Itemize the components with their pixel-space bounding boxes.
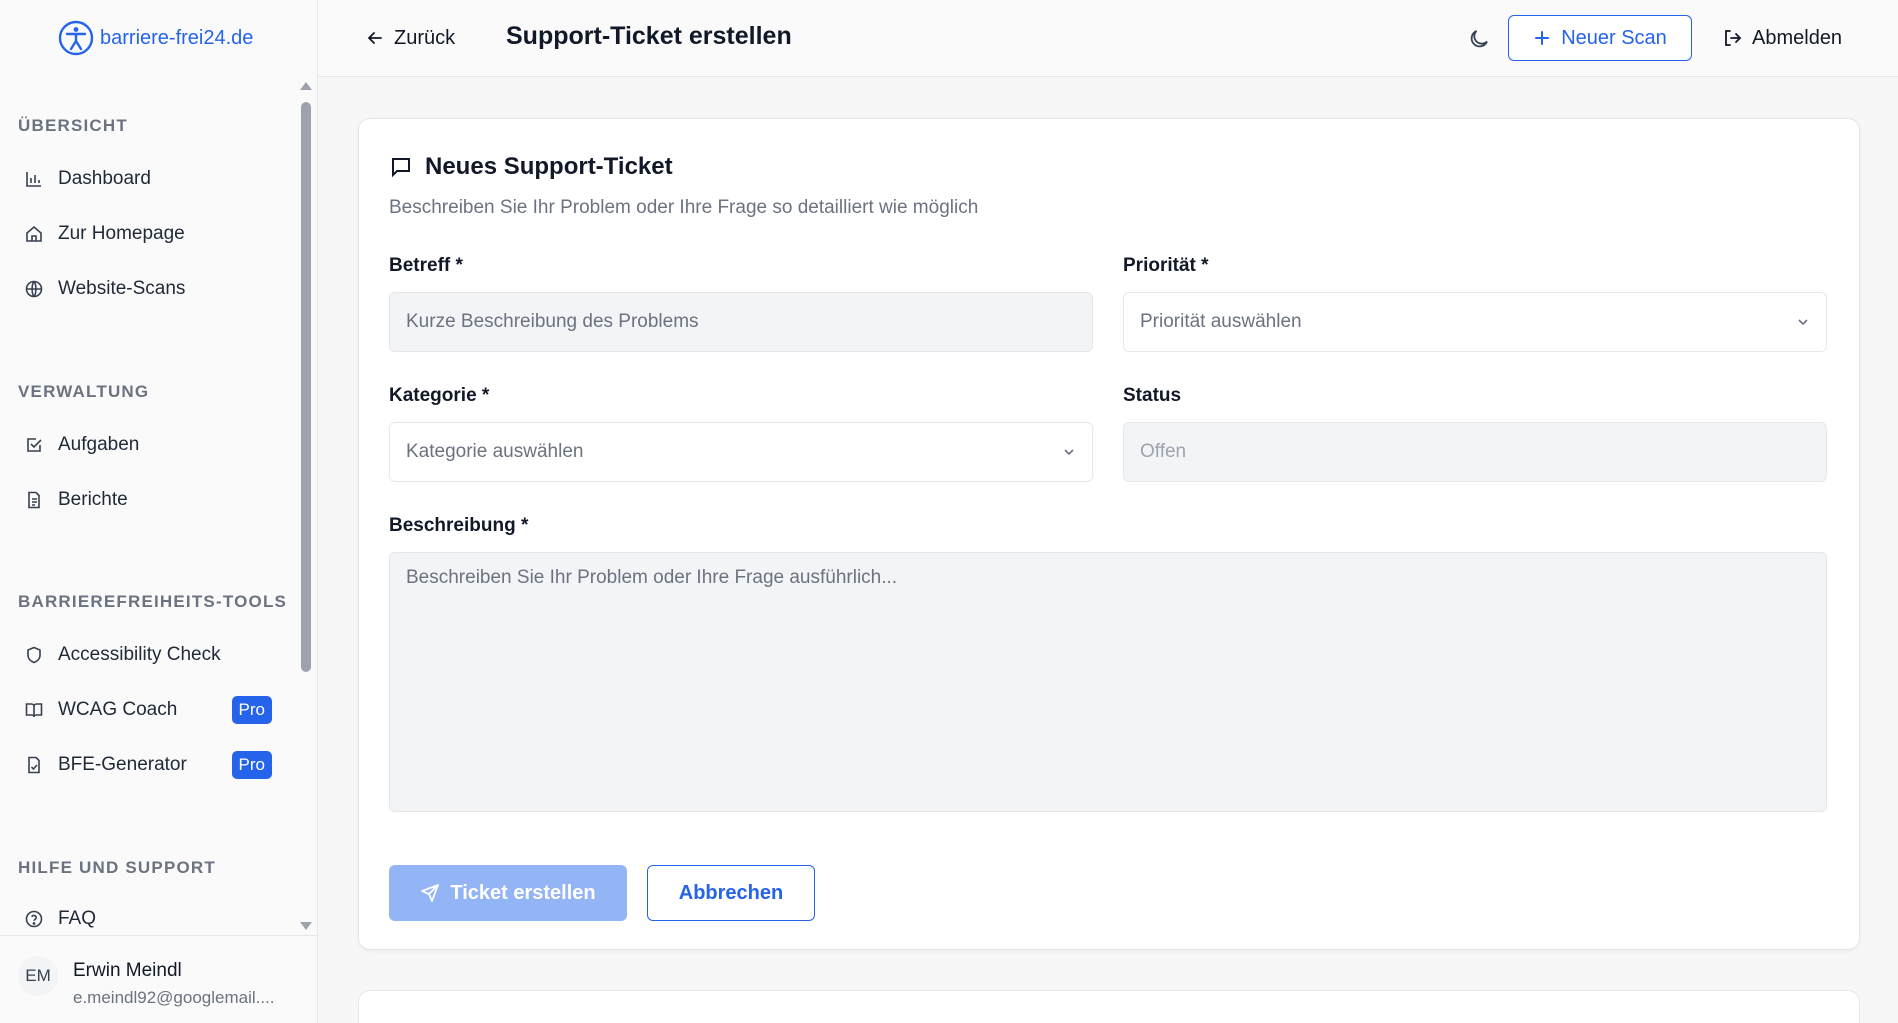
chevron-down-icon xyxy=(1064,449,1074,456)
sidebar-nav: ÜBERSICHT Dashboard Zur Homepage Website… xyxy=(0,90,300,930)
arrow-left-icon xyxy=(367,32,382,44)
priority-select[interactable]: Priorität auswählen xyxy=(1123,292,1827,352)
status-label: Status xyxy=(1123,385,1182,406)
accessibility-icon xyxy=(58,20,94,56)
section-title-verwaltung: VERWALTUNG xyxy=(18,382,150,401)
status-field: Offen xyxy=(1123,422,1827,482)
priority-label: Priorität * xyxy=(1123,255,1209,276)
chevron-down-icon xyxy=(1798,319,1808,326)
section-title-hilfe: HILFE UND SUPPORT xyxy=(18,858,216,877)
checkbox-icon xyxy=(27,438,42,452)
user-profile[interactable]: EM Erwin Meindl e.meindl92@googlemail...… xyxy=(0,935,318,1023)
sidebar-item-wcag-coach[interactable]: WCAG Coach Pro xyxy=(18,688,288,732)
page-title: Support-Ticket erstellen xyxy=(506,22,792,50)
user-email: e.meindl92@googlemail.... xyxy=(73,988,275,1007)
bar-chart-icon xyxy=(26,172,41,187)
sidebar-item-berichte[interactable]: Berichte xyxy=(18,478,288,522)
avatar: EM xyxy=(18,956,58,996)
description-label: Beschreibung * xyxy=(389,515,529,536)
home-icon xyxy=(26,225,42,242)
logout-label: Abmelden xyxy=(1752,26,1843,49)
sidebar-item-label: Dashboard xyxy=(58,168,151,189)
sidebar-item-website-scans[interactable]: Website-Scans xyxy=(18,267,288,311)
secondary-card xyxy=(358,990,1860,1023)
section-title-uebersicht: ÜBERSICHT xyxy=(18,116,128,135)
message-square-icon xyxy=(392,158,410,178)
form-title: Neues Support-Ticket xyxy=(425,153,673,180)
sidebar-item-label: Aufgaben xyxy=(58,434,140,455)
document-icon xyxy=(28,491,40,509)
priority-select-value: Priorität auswählen xyxy=(1140,311,1302,332)
sidebar-item-homepage[interactable]: Zur Homepage xyxy=(18,212,288,256)
scroll-up-icon[interactable] xyxy=(300,82,312,90)
subject-input[interactable]: Kurze Beschreibung des Problems xyxy=(389,292,1093,352)
top-header: Zurück Support-Ticket erstellen Neuer Sc… xyxy=(318,0,1898,77)
brand-name: barriere-frei24.de xyxy=(100,26,254,49)
sidebar-item-faq[interactable]: FAQ xyxy=(18,897,288,930)
category-label: Kategorie * xyxy=(389,385,490,406)
section-title-tools: BARRIEREFREIHEITS-TOOLS xyxy=(18,592,288,611)
theme-toggle-button[interactable] xyxy=(1462,22,1496,56)
sidebar: barriere-frei24.de ÜBERSICHT Dashboard Z… xyxy=(0,0,318,1023)
new-scan-button[interactable]: Neuer Scan xyxy=(1508,15,1692,61)
sidebar-item-label: Zur Homepage xyxy=(58,223,185,244)
logout-button[interactable]: Abmelden xyxy=(1722,20,1842,56)
sidebar-item-label: FAQ xyxy=(58,908,97,929)
cancel-button[interactable]: Abbrechen xyxy=(647,865,815,921)
submit-ticket-button[interactable]: Ticket erstellen xyxy=(389,865,627,921)
shield-icon xyxy=(27,646,41,664)
globe-icon xyxy=(25,280,43,298)
category-select[interactable]: Kategorie auswählen xyxy=(389,422,1093,482)
user-name: Erwin Meindl xyxy=(73,960,182,981)
sidebar-item-label: BFE-Generator xyxy=(58,754,187,775)
sidebar-item-dashboard[interactable]: Dashboard xyxy=(18,157,288,201)
scrollbar-thumb[interactable] xyxy=(301,102,311,672)
brand-logo[interactable]: barriere-frei24.de xyxy=(58,18,253,58)
submit-ticket-label: Ticket erstellen xyxy=(450,881,596,904)
sidebar-item-label: Berichte xyxy=(58,489,128,510)
sidebar-item-label: WCAG Coach xyxy=(58,699,178,720)
send-icon xyxy=(421,884,440,902)
logout-icon xyxy=(1725,30,1742,46)
support-ticket-card: Neues Support-Ticket Beschreiben Sie Ihr… xyxy=(358,118,1860,950)
pro-badge: Pro xyxy=(231,751,272,779)
sidebar-scrollbar[interactable] xyxy=(298,82,314,930)
category-select-value: Kategorie auswählen xyxy=(406,441,584,462)
file-check-icon xyxy=(28,756,40,774)
sidebar-item-aufgaben[interactable]: Aufgaben xyxy=(18,423,288,467)
help-circle-icon xyxy=(25,910,43,928)
card-title: Neues Support-Ticket xyxy=(389,153,673,181)
description-textarea[interactable]: Beschreiben Sie Ihr Problem oder Ihre Fr… xyxy=(389,552,1827,812)
pro-badge: Pro xyxy=(231,696,272,724)
sidebar-item-label: Website-Scans xyxy=(58,278,186,299)
back-button-label: Zurück xyxy=(394,26,456,49)
book-icon xyxy=(25,703,43,718)
new-scan-label: Neuer Scan xyxy=(1561,26,1667,49)
plus-icon xyxy=(1535,31,1550,45)
sidebar-item-label: Accessibility Check xyxy=(58,644,221,665)
sidebar-item-accessibility-check[interactable]: Accessibility Check xyxy=(18,633,288,677)
back-button[interactable]: Zurück xyxy=(366,20,455,56)
scroll-down-icon[interactable] xyxy=(300,922,312,930)
form-subtitle: Beschreiben Sie Ihr Problem oder Ihre Fr… xyxy=(389,197,979,218)
moon-icon xyxy=(1470,30,1488,48)
sidebar-item-bfe-generator[interactable]: BFE-Generator Pro xyxy=(18,743,288,787)
subject-label: Betreff * xyxy=(389,255,463,276)
